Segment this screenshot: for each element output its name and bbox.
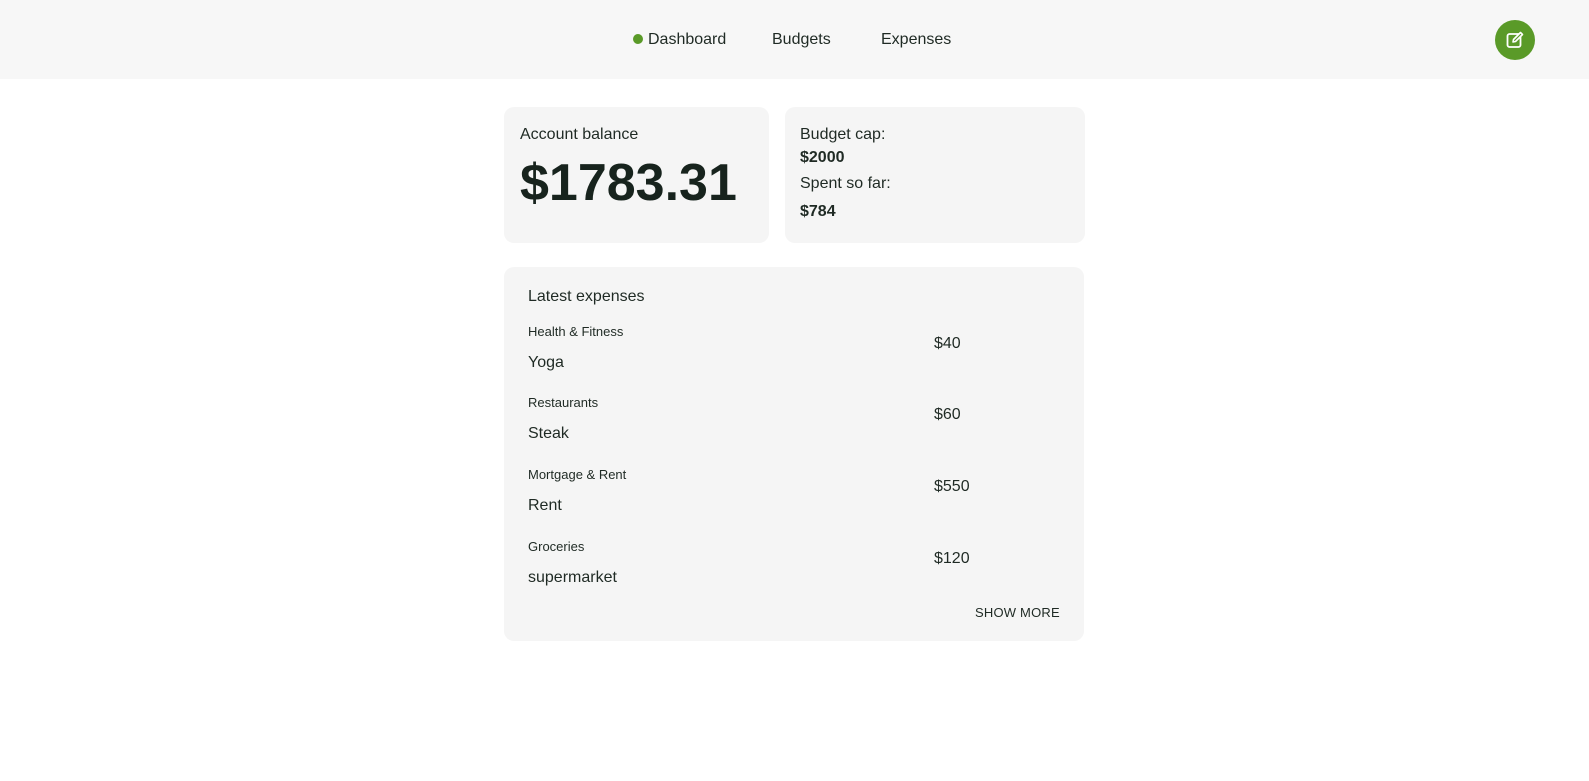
budget-card: Budget cap: $2000 Spent so far: $784 xyxy=(785,107,1085,243)
edit-button[interactable] xyxy=(1495,20,1535,60)
expense-amount: $550 xyxy=(934,478,970,495)
expense-row[interactable]: Mortgage & Rent Rent $550 xyxy=(528,467,1060,529)
expense-category: Groceries xyxy=(528,539,585,554)
expense-category: Restaurants xyxy=(528,395,599,410)
account-balance-label: Account balance xyxy=(520,126,639,143)
edit-icon xyxy=(1506,31,1524,48)
spent-so-far-value: $784 xyxy=(800,203,836,220)
spent-so-far-label: Spent so far: xyxy=(800,175,891,192)
expense-amount: $120 xyxy=(934,550,970,567)
latest-expenses-card: Latest expenses Health & Fitness Yoga $4… xyxy=(504,267,1084,641)
latest-expenses-title: Latest expenses xyxy=(528,288,645,305)
budget-cap-label: Budget cap: xyxy=(800,126,886,143)
active-indicator-dot xyxy=(633,34,643,44)
budget-cap-value: $2000 xyxy=(800,149,845,166)
show-more-button[interactable]: SHOW MORE xyxy=(975,605,1060,621)
account-balance-card: Account balance $1783.31 xyxy=(504,107,769,243)
expense-amount: $40 xyxy=(934,335,961,352)
main-nav: Dashboard Budgets Expenses xyxy=(0,0,1589,79)
expense-row[interactable]: Health & Fitness Yoga $40 xyxy=(528,324,1060,386)
expense-row[interactable]: Groceries supermarket $120 xyxy=(528,539,1060,601)
nav-dashboard[interactable]: Dashboard xyxy=(648,30,726,50)
expense-category: Health & Fitness xyxy=(528,324,624,339)
expense-name: Yoga xyxy=(528,354,564,371)
expense-category: Mortgage & Rent xyxy=(528,467,627,482)
expense-name: supermarket xyxy=(528,569,617,586)
expense-row[interactable]: Restaurants Steak $60 xyxy=(528,395,1060,457)
expense-name: Rent xyxy=(528,497,562,514)
nav-budgets[interactable]: Budgets xyxy=(772,30,831,50)
nav-expenses[interactable]: Expenses xyxy=(881,30,951,50)
expense-name: Steak xyxy=(528,425,569,442)
expense-amount: $60 xyxy=(934,406,961,423)
account-balance-value: $1783.31 xyxy=(520,154,737,212)
top-navigation-bar: Dashboard Budgets Expenses xyxy=(0,0,1589,79)
